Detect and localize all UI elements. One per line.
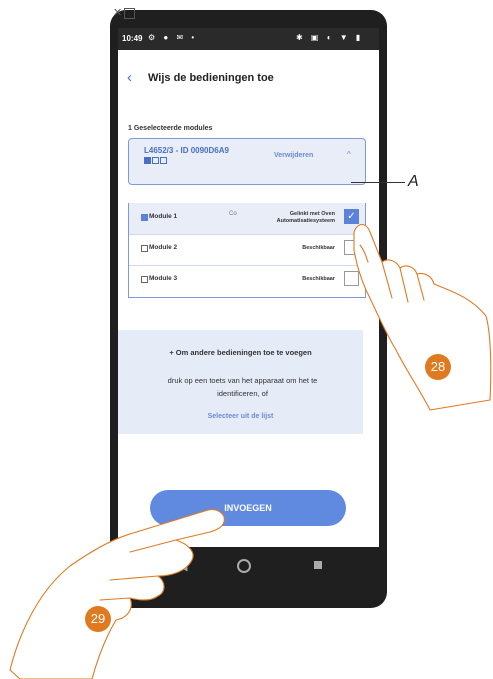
nav-recents-icon[interactable] — [314, 561, 322, 569]
module-label: Module 1 — [149, 213, 178, 220]
page-title: Wijs de bedieningen toe — [148, 72, 274, 84]
close-icon[interactable]: ✕ — [113, 8, 123, 19]
nav-back-icon[interactable]: ◀ — [179, 560, 187, 573]
external-link-icon[interactable] — [124, 8, 135, 19]
status-time: 10:49 — [122, 34, 143, 43]
module-square-icon — [141, 214, 148, 221]
status-bar: 10:49 ⚙ ● ✉ • ✱ ▣ ◐ ▼ ▮ — [118, 28, 379, 50]
module-status: Beschikbaar — [302, 276, 335, 282]
selected-modules-count: 1 Geselecteerde modules — [128, 125, 213, 132]
back-chevron-icon[interactable]: ‹ — [127, 69, 132, 86]
module-row[interactable]: Module 3 Beschikbaar — [129, 265, 365, 296]
module-row[interactable]: Module 2 Beschikbaar — [129, 234, 365, 266]
module-list: Module 1 Co Gelinkt met Oven Automatisat… — [128, 203, 366, 298]
chevron-up-icon[interactable]: ^ — [347, 150, 351, 159]
module-row[interactable]: Module 1 Co Gelinkt met Oven Automatisat… — [129, 203, 365, 235]
module-indicator-icon — [144, 157, 174, 165]
module-label: Module 3 — [149, 275, 178, 282]
module-code: Co — [229, 211, 237, 217]
module-checkbox[interactable] — [344, 240, 359, 255]
step-callout: 28 — [425, 354, 451, 380]
add-controls-title: + Om andere bedieningen toe te voegen — [169, 348, 312, 357]
module-square-icon — [141, 276, 148, 283]
module-checkbox[interactable] — [344, 271, 359, 286]
insert-button[interactable]: INVOEGEN — [150, 490, 346, 526]
module-status: Beschikbaar — [302, 245, 335, 251]
module-status: Gelinkt met Oven Automatisatiesysteem — [277, 211, 335, 225]
module-status-line2: Automatisatiesysteem — [276, 218, 335, 224]
module-checkbox[interactable]: ✓ — [344, 209, 359, 224]
step-callout: 29 — [85, 606, 111, 632]
annotation-line — [351, 182, 405, 183]
module-square-icon — [141, 245, 148, 252]
add-controls-text: druk op een toets van het apparaat om he… — [167, 376, 318, 398]
module-label: Module 2 — [149, 244, 178, 251]
status-right-icons: ✱ ▣ ◐ ▼ ▮ — [296, 33, 364, 42]
annotation-letter: A — [408, 173, 419, 190]
module-status-line1: Gelinkt met Oven — [289, 211, 335, 217]
remove-button[interactable]: Verwijderen — [274, 152, 313, 159]
nav-home-icon[interactable] — [237, 559, 251, 573]
status-left-icons: ⚙ ● ✉ • — [148, 33, 198, 42]
select-from-list-link[interactable]: Selecteer uit de lijst — [118, 413, 363, 420]
device-id-label: L4652/3 - ID 0090D6A9 — [144, 146, 229, 155]
